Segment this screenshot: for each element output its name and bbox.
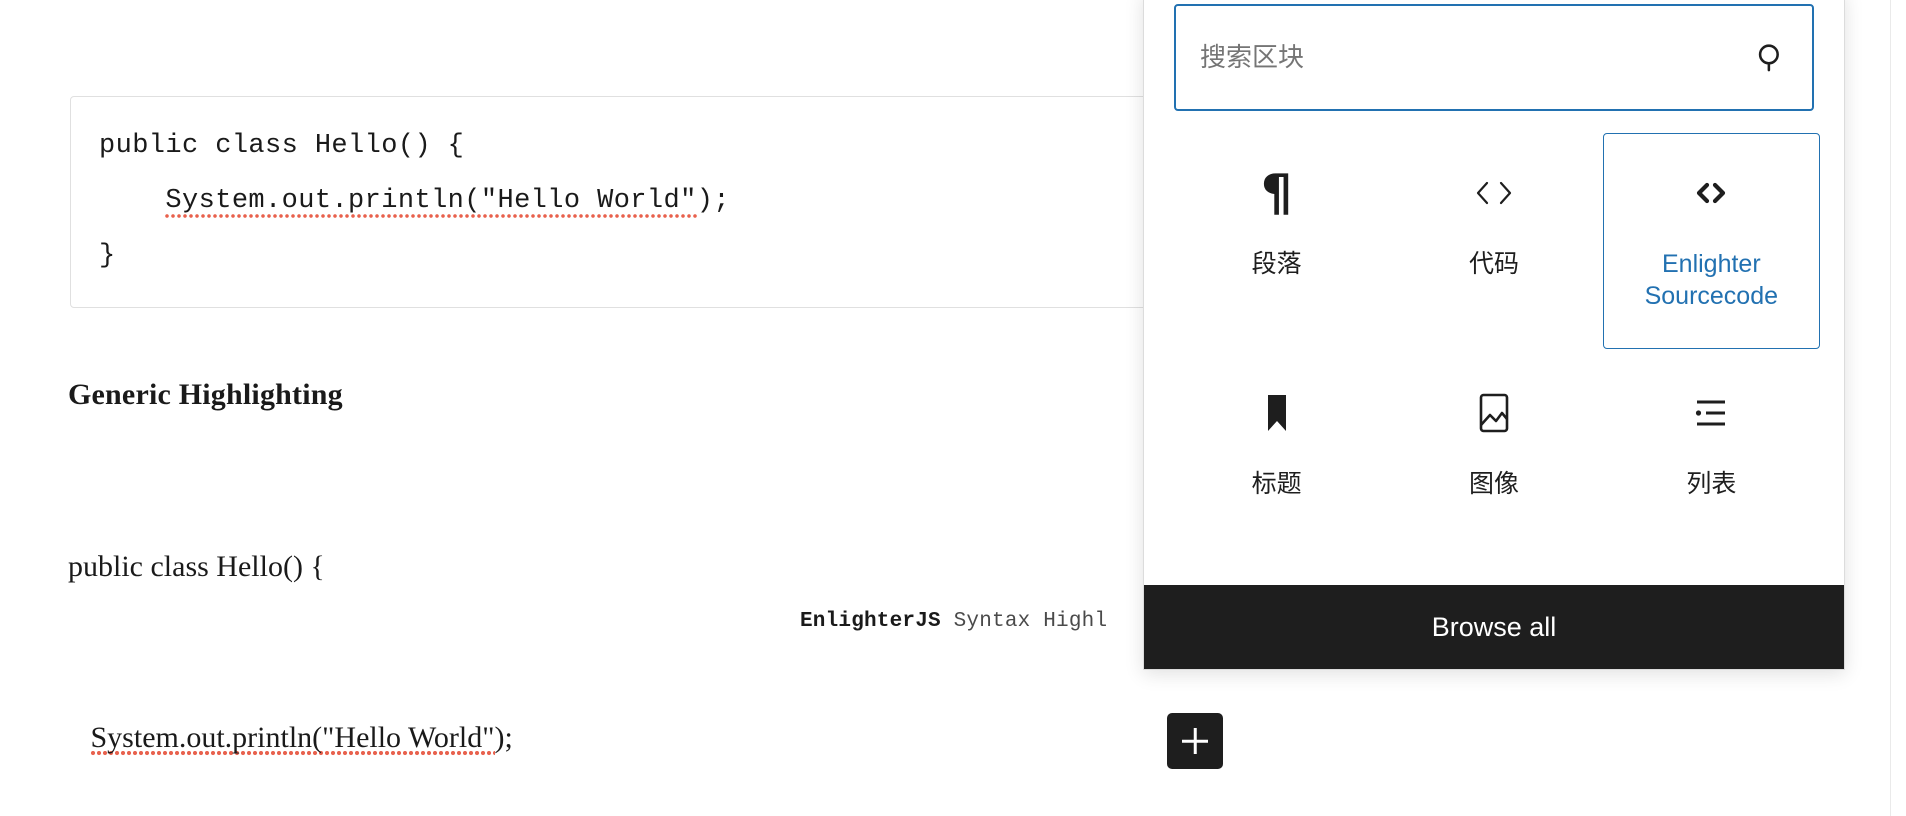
- block-tile-list[interactable]: 列表: [1603, 353, 1820, 569]
- enlighterjs-credit-rest: Syntax Highl: [940, 610, 1108, 633]
- block-tile-label-image: 图像: [1468, 470, 1519, 498]
- enlighter-code-block[interactable]: public class Hello() { System.out.printl…: [70, 96, 1150, 308]
- generic-body-line-2-tail: );: [494, 721, 513, 754]
- block-tile-image[interactable]: 图像: [1385, 353, 1602, 569]
- generic-body-line-2-indent: [68, 721, 91, 754]
- editor-screen: public class Hello() { System.out.printl…: [0, 0, 1906, 816]
- enlighterjs-credit: EnlighterJS Syntax Highl: [800, 610, 1107, 633]
- generic-highlighting-body[interactable]: public class Hello() { System.out.printl…: [68, 424, 513, 816]
- search-field[interactable]: [1174, 4, 1814, 111]
- block-tile-label-enlighter-sourcecode: Enlighter Sourcecode: [1644, 250, 1779, 310]
- search-icon[interactable]: [1754, 41, 1788, 75]
- generic-body-line-1: public class Hello() {: [68, 550, 325, 583]
- inserter-search-container: [1144, 0, 1844, 133]
- list-icon: [1687, 382, 1735, 444]
- enlighterjs-brand: EnlighterJS: [800, 610, 941, 633]
- block-tile-label-paragraph: 段落: [1251, 250, 1302, 278]
- code-line-1: public class Hello() {: [99, 131, 465, 161]
- paragraph-icon: ¶: [1260, 164, 1293, 222]
- block-tile-label-heading: 标题: [1251, 470, 1302, 498]
- block-tile-label-list: 列表: [1686, 470, 1737, 498]
- generic-highlighting-heading: Generic Highlighting: [68, 378, 343, 411]
- page-edge-divider: [1890, 0, 1891, 816]
- block-tile-label-code: 代码: [1468, 250, 1519, 278]
- generic-body-line-2-misspelled: System.out.println("Hello World": [90, 721, 495, 757]
- code-line-2-tail: );: [696, 186, 730, 216]
- block-type-grid: ¶ 段落 代码 Enlighter Sourcecode 标题 图像 列表: [1144, 133, 1844, 585]
- code-line-2-indent: [99, 186, 165, 216]
- enlighter-sourcecode-icon: [1685, 162, 1737, 224]
- code-line-2: System.out.println("Hello World");: [99, 174, 1121, 229]
- code-line-3: }: [99, 241, 116, 271]
- block-tile-enlighter-sourcecode[interactable]: Enlighter Sourcecode: [1602, 133, 1820, 349]
- code-icon: [1468, 162, 1520, 224]
- block-tile-paragraph[interactable]: ¶ 段落: [1168, 133, 1385, 349]
- code-line-2-misspelled: System.out.println("Hello World": [165, 186, 697, 219]
- block-tile-heading[interactable]: 标题: [1168, 353, 1385, 569]
- add-block-button[interactable]: [1167, 713, 1223, 769]
- block-inserter-popover: ¶ 段落 代码: [1143, 0, 1845, 670]
- image-icon: [1472, 382, 1516, 444]
- generic-body-line-2: System.out.println("Hello World");: [68, 709, 513, 766]
- heading-bookmark-icon: [1257, 382, 1297, 444]
- block-tile-code[interactable]: 代码: [1385, 133, 1602, 349]
- browse-all-button[interactable]: Browse all: [1144, 585, 1844, 669]
- search-input[interactable]: [1200, 42, 1754, 73]
